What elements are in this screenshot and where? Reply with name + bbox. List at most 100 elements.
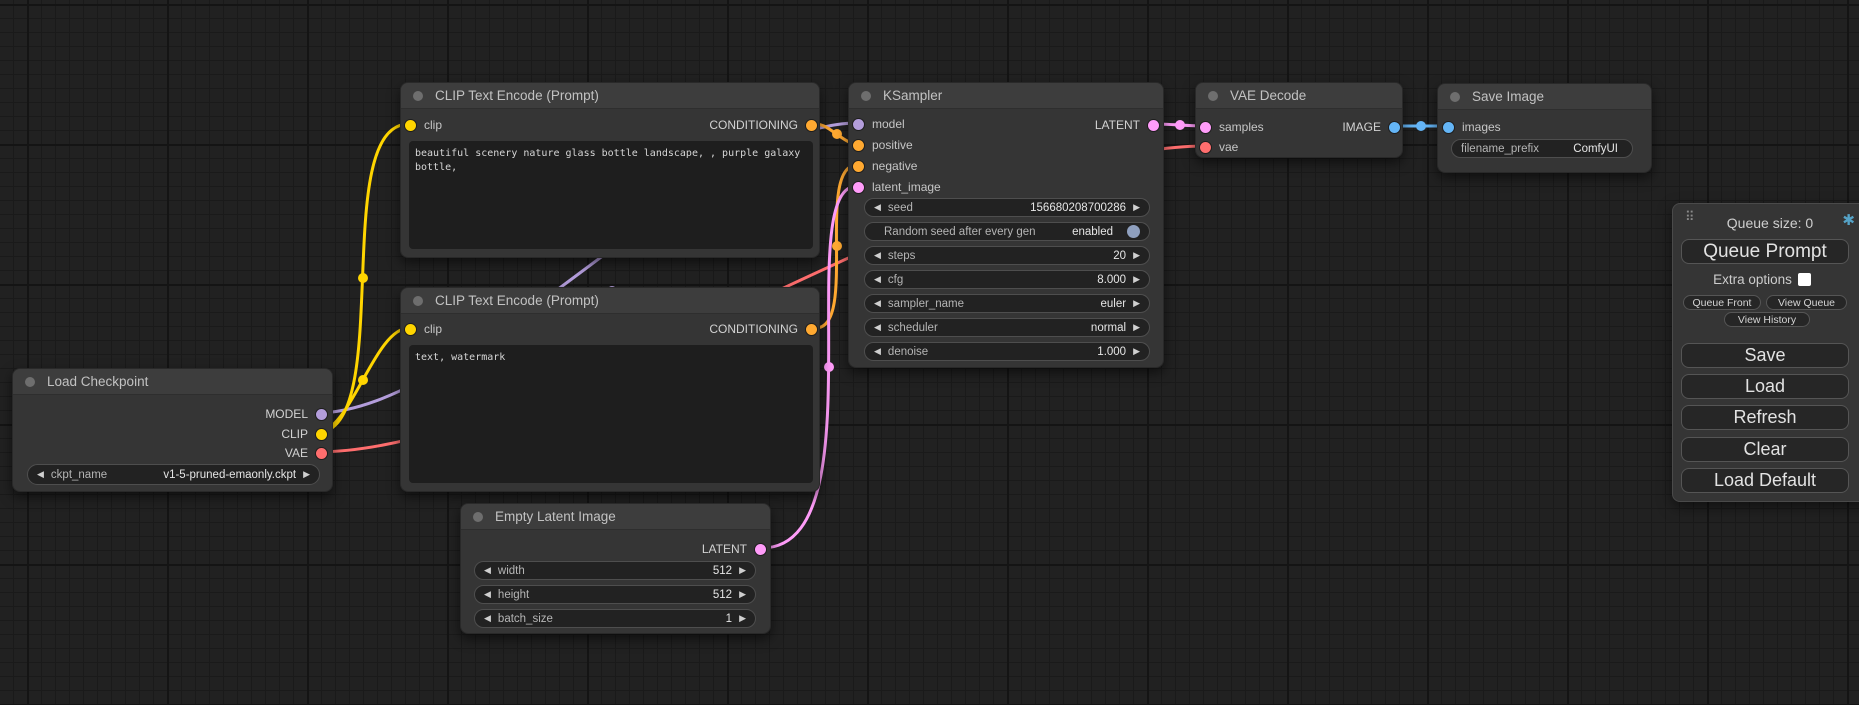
decrement-arrow-icon[interactable]: ◀ (484, 609, 491, 628)
increment-arrow-icon[interactable]: ▶ (1133, 318, 1140, 337)
widget-ckpt-name[interactable]: ◀ ckpt_name v1-5-pruned-emaonly.ckpt ▶ (27, 464, 320, 485)
input-slot-vae[interactable]: vae (1200, 140, 1238, 154)
widget-scheduler[interactable]: ◀ scheduler normal ▶ (864, 318, 1150, 337)
node-title-bar[interactable]: CLIP Text Encode (Prompt) (401, 83, 819, 109)
widget-batch-size[interactable]: ◀ batch_size 1 ▶ (474, 609, 756, 628)
comfyui-canvas[interactable]: { "link_colors": { "MODEL": "#B39DDB", "… (0, 0, 1859, 705)
output-slot-latent[interactable]: LATENT (702, 542, 766, 556)
widget-filename-prefix[interactable]: filename_prefix ComfyUI (1451, 139, 1633, 158)
node-clip-text-encode-negative[interactable]: CLIP Text Encode (Prompt) clip CONDITION… (400, 287, 820, 492)
view-history-button[interactable]: View History (1724, 312, 1810, 327)
node-collapse-dot[interactable] (413, 91, 423, 101)
output-slot-conditioning[interactable]: CONDITIONING (709, 322, 817, 336)
input-slot-clip[interactable]: clip (405, 322, 442, 336)
input-slot-images[interactable]: images (1443, 120, 1501, 134)
widget-random-seed-toggle[interactable]: Random seed after every gen enabled (864, 222, 1150, 241)
input-dot-clip[interactable] (405, 324, 416, 335)
node-title-bar[interactable]: Load Checkpoint (13, 369, 332, 395)
node-clip-text-encode-positive[interactable]: CLIP Text Encode (Prompt) clip CONDITION… (400, 82, 820, 258)
widget-denoise[interactable]: ◀ denoise 1.000 ▶ (864, 342, 1150, 361)
node-collapse-dot[interactable] (413, 296, 423, 306)
decrement-arrow-icon[interactable]: ◀ (874, 318, 881, 337)
view-queue-button[interactable]: View Queue (1766, 295, 1847, 310)
increment-arrow-icon[interactable]: ▶ (1133, 342, 1140, 361)
output-dot-conditioning[interactable] (806, 120, 817, 131)
node-empty-latent-image[interactable]: Empty Latent Image LATENT ◀ width 512 ▶ … (460, 503, 771, 634)
node-title-bar[interactable]: CLIP Text Encode (Prompt) (401, 288, 819, 314)
node-title-bar[interactable]: Empty Latent Image (461, 504, 770, 530)
output-dot-model[interactable] (316, 409, 327, 420)
decrement-arrow-icon[interactable]: ◀ (874, 198, 881, 217)
output-slot-conditioning[interactable]: CONDITIONING (709, 118, 817, 132)
widget-cfg[interactable]: ◀ cfg 8.000 ▶ (864, 270, 1150, 289)
clear-button[interactable]: Clear (1681, 437, 1849, 462)
input-dot-vae[interactable] (1200, 142, 1211, 153)
input-dot-model[interactable] (853, 119, 864, 130)
queue-prompt-button[interactable]: Queue Prompt (1681, 239, 1849, 264)
node-collapse-dot[interactable] (473, 512, 483, 522)
widget-seed[interactable]: ◀ seed 156680208700286 ▶ (864, 198, 1150, 217)
input-slot-negative[interactable]: negative (853, 159, 917, 173)
widget-height[interactable]: ◀ height 512 ▶ (474, 585, 756, 604)
input-dot-negative[interactable] (853, 161, 864, 172)
output-slot-model[interactable]: MODEL (265, 407, 327, 421)
load-button[interactable]: Load (1681, 374, 1849, 399)
increment-arrow-icon[interactable]: ▶ (303, 465, 310, 484)
decrement-arrow-icon[interactable]: ◀ (37, 465, 44, 484)
decrement-arrow-icon[interactable]: ◀ (484, 585, 491, 604)
decrement-arrow-icon[interactable]: ◀ (874, 294, 881, 313)
input-slot-clip[interactable]: clip (405, 118, 442, 132)
input-dot-samples[interactable] (1200, 122, 1211, 133)
input-slot-model[interactable]: model (853, 117, 905, 131)
increment-arrow-icon[interactable]: ▶ (1133, 246, 1140, 265)
decrement-arrow-icon[interactable]: ◀ (874, 246, 881, 265)
output-dot-latent[interactable] (755, 544, 766, 555)
toggle-dot[interactable] (1127, 225, 1140, 238)
input-slot-latent-image[interactable]: latent_image (853, 180, 941, 194)
node-vae-decode[interactable]: VAE Decode samples vae IMAGE (1195, 82, 1403, 158)
prompt-textarea[interactable]: text, watermark (409, 345, 813, 483)
input-dot-latent-image[interactable] (853, 182, 864, 193)
output-dot-conditioning[interactable] (806, 324, 817, 335)
node-load-checkpoint[interactable]: Load Checkpoint MODEL CLIP VAE ◀ ckpt_na… (12, 368, 333, 492)
widget-steps[interactable]: ◀ steps 20 ▶ (864, 246, 1150, 265)
input-slot-samples[interactable]: samples (1200, 120, 1264, 134)
output-dot-vae[interactable] (316, 448, 327, 459)
increment-arrow-icon[interactable]: ▶ (739, 585, 746, 604)
increment-arrow-icon[interactable]: ▶ (1133, 270, 1140, 289)
output-dot-latent[interactable] (1148, 120, 1159, 131)
node-title-bar[interactable]: Save Image (1438, 84, 1651, 110)
node-ksampler[interactable]: KSampler model positive negative latent_… (848, 82, 1164, 368)
node-collapse-dot[interactable] (861, 91, 871, 101)
node-collapse-dot[interactable] (1450, 92, 1460, 102)
decrement-arrow-icon[interactable]: ◀ (874, 270, 881, 289)
output-dot-clip[interactable] (316, 429, 327, 440)
node-collapse-dot[interactable] (25, 377, 35, 387)
extra-options-checkbox[interactable] (1798, 273, 1811, 286)
input-dot-images[interactable] (1443, 122, 1454, 133)
load-default-button[interactable]: Load Default (1681, 468, 1849, 493)
node-title-bar[interactable]: VAE Decode (1196, 83, 1402, 109)
input-dot-clip[interactable] (405, 120, 416, 131)
increment-arrow-icon[interactable]: ▶ (1133, 198, 1140, 217)
node-title-bar[interactable]: KSampler (849, 83, 1163, 109)
widget-width[interactable]: ◀ width 512 ▶ (474, 561, 756, 580)
decrement-arrow-icon[interactable]: ◀ (874, 342, 881, 361)
widget-sampler-name[interactable]: ◀ sampler_name euler ▶ (864, 294, 1150, 313)
output-dot-image[interactable] (1389, 122, 1400, 133)
refresh-button[interactable]: Refresh (1681, 405, 1849, 430)
output-slot-latent[interactable]: LATENT (1095, 118, 1159, 132)
input-slot-positive[interactable]: positive (853, 138, 913, 152)
gear-icon[interactable]: ✱ (1842, 211, 1855, 229)
decrement-arrow-icon[interactable]: ◀ (484, 561, 491, 580)
output-slot-clip[interactable]: CLIP (281, 427, 327, 441)
node-save-image[interactable]: Save Image images filename_prefix ComfyU… (1437, 83, 1652, 173)
increment-arrow-icon[interactable]: ▶ (739, 561, 746, 580)
save-button[interactable]: Save (1681, 343, 1849, 368)
output-slot-image[interactable]: IMAGE (1342, 120, 1400, 134)
prompt-textarea[interactable]: beautiful scenery nature glass bottle la… (409, 141, 813, 249)
node-collapse-dot[interactable] (1208, 91, 1218, 101)
input-dot-positive[interactable] (853, 140, 864, 151)
increment-arrow-icon[interactable]: ▶ (739, 609, 746, 628)
increment-arrow-icon[interactable]: ▶ (1133, 294, 1140, 313)
